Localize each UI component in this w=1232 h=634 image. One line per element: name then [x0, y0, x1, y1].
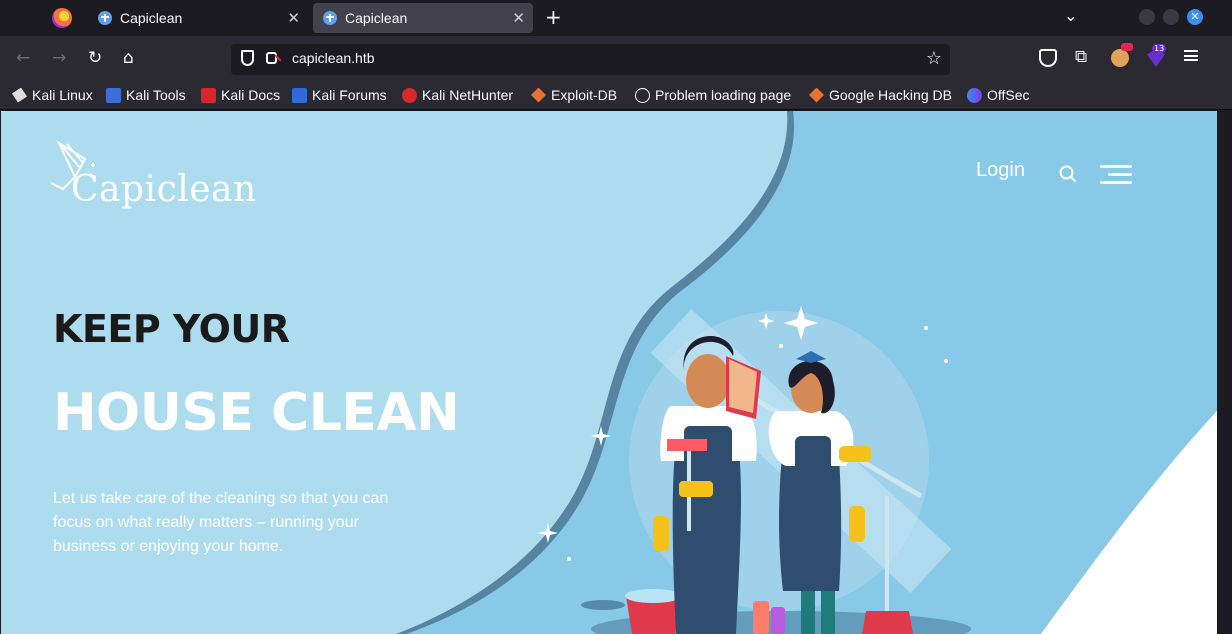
bookmark-star-icon[interactable]: ☆ [926, 48, 942, 69]
cleaners-illustration [538, 306, 971, 634]
bookmark-label: Kali Tools [126, 87, 186, 103]
app-menu-icon[interactable] [1184, 50, 1198, 61]
bookmark-kali-docs[interactable]: Kali Docs [201, 87, 280, 103]
ghdb-icon [809, 87, 824, 103]
tab-label: Capiclean [345, 10, 408, 26]
page-scrollbar[interactable] [1217, 111, 1232, 634]
reload-icon[interactable]: ↻ [88, 48, 102, 68]
search-icon[interactable] [1059, 165, 1077, 183]
home-icon[interactable]: ⌂ [123, 48, 134, 68]
tab-capiclean-1[interactable]: Capiclean ✕ [88, 3, 308, 33]
bookmark-label: OffSec [987, 87, 1030, 103]
url-text[interactable]: capiclean.htb [292, 50, 375, 66]
bookmark-kali-linux[interactable]: Kali Linux [12, 87, 93, 103]
globe-icon [635, 87, 650, 103]
extension-badge: 13 [1152, 44, 1167, 53]
close-tab-icon[interactable]: ✕ [287, 9, 300, 27]
site-favicon-icon [323, 11, 337, 25]
navigation-toolbar: ← → ↻ ⌂ capiclean.htb ☆ ⧉ 13 [0, 36, 1232, 82]
login-link[interactable]: Login [976, 159, 1025, 182]
hamburger-menu-icon[interactable] [1100, 165, 1132, 185]
kali-forums-icon [292, 87, 307, 103]
tab-bar: Capiclean ✕ Capiclean ✕ + ⌄ ✕ [0, 0, 1232, 36]
nethunter-icon [402, 87, 417, 103]
bookmark-label: Exploit-DB [551, 87, 618, 103]
bookmark-label: Kali Forums [312, 87, 387, 103]
minimize-window-icon[interactable] [1139, 9, 1155, 25]
tab-capiclean-2[interactable]: Capiclean ✕ [313, 3, 533, 33]
insecure-lock-icon[interactable] [266, 52, 277, 64]
hero-description: Let us take care of the cleaning so that… [53, 490, 389, 555]
kali-dragon-icon [12, 87, 27, 103]
extensions-puzzle-icon[interactable]: ⧉ [1075, 47, 1093, 67]
kali-docs-icon [201, 87, 216, 103]
list-tabs-chevron-icon[interactable]: ⌄ [1064, 6, 1077, 25]
bookmark-exploit-db[interactable]: Exploit-DB [531, 87, 617, 103]
bookmark-label: Problem loading page [655, 87, 792, 103]
tracking-protection-shield-icon[interactable] [241, 50, 254, 66]
bookmarks-toolbar: Kali Linux Kali Tools Kali Docs Kali For… [0, 82, 1232, 110]
bookmark-offsec[interactable]: OffSec [967, 87, 1030, 103]
bookmark-kali-tools[interactable]: Kali Tools [106, 87, 186, 103]
hero-heading-line1: KEEP YOUR [53, 307, 290, 351]
close-window-icon[interactable]: ✕ [1187, 9, 1203, 25]
new-tab-icon[interactable]: + [545, 5, 562, 29]
bookmark-label: Kali NetHunter [422, 87, 514, 103]
foxyproxy-icon[interactable] [1111, 43, 1133, 67]
bookmark-kali-forums[interactable]: Kali Forums [292, 87, 387, 103]
bookmark-kali-nethunter[interactable]: Kali NetHunter [402, 87, 513, 103]
bookmark-label: Kali Docs [221, 87, 281, 103]
site-favicon-icon [98, 11, 112, 25]
maximize-window-icon[interactable] [1163, 9, 1179, 25]
offsec-icon [967, 87, 982, 103]
bookmark-google-hacking-db[interactable]: Google Hacking DB [809, 87, 952, 103]
exploit-db-icon [531, 87, 546, 103]
tab-label: Capiclean [120, 10, 183, 26]
site-logo-text[interactable]: Capiclean [71, 169, 257, 210]
pocket-icon[interactable] [1039, 49, 1057, 67]
hero-heading-line2: HOUSE CLEAN [53, 383, 460, 443]
address-bar[interactable]: capiclean.htb ☆ [231, 44, 950, 75]
kali-tools-icon [106, 87, 121, 103]
forward-arrow-icon[interactable]: → [52, 48, 66, 68]
bookmark-label: Google Hacking DB [829, 87, 952, 103]
back-arrow-icon[interactable]: ← [16, 48, 30, 68]
firefox-icon[interactable] [52, 8, 72, 28]
web-page: Capiclean Login KEEP YOUR HOUSE CLEAN Le… [1, 111, 1217, 634]
bookmark-problem-loading-page[interactable]: Problem loading page [635, 87, 791, 103]
close-tab-icon[interactable]: ✕ [512, 9, 525, 27]
bookmark-label: Kali Linux [32, 87, 93, 103]
